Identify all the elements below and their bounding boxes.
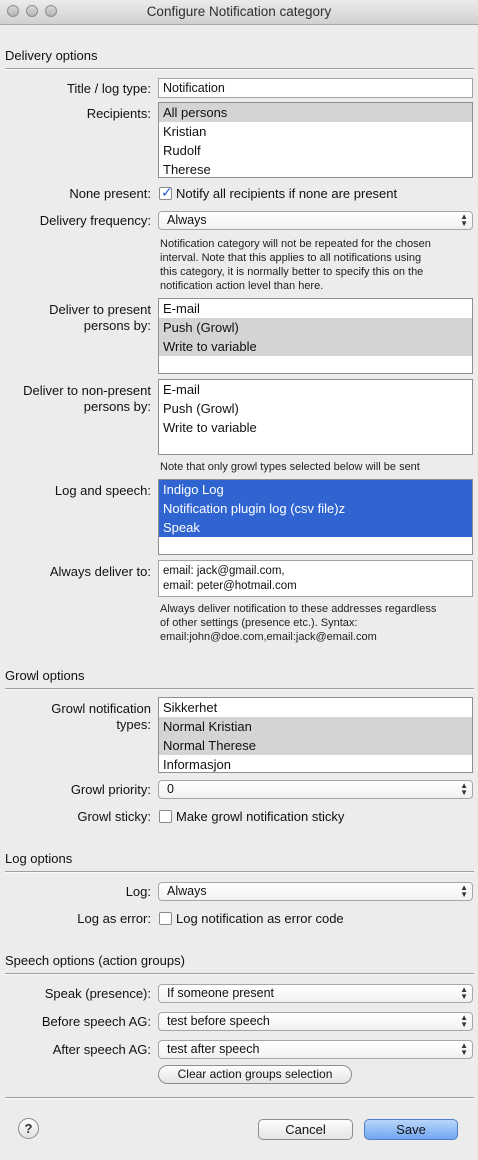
list-item[interactable]: Normal Kristian [159, 717, 472, 736]
help-button[interactable]: ? [18, 1118, 39, 1139]
growl-types-label: Growl notification types: [0, 701, 151, 733]
notify-all-checkbox-label[interactable]: Notify all recipients if none are presen… [176, 186, 397, 201]
present-delivery-label: Deliver to present persons by: [0, 302, 151, 334]
list-item[interactable]: Indigo Log [159, 480, 472, 499]
list-item[interactable]: Write to variable [159, 337, 472, 356]
after-speech-popup[interactable]: test after speech ▲ ▼ [158, 1040, 473, 1059]
before-speech-value: test before speech [167, 1014, 270, 1028]
section-divider [5, 688, 474, 690]
updown-arrows-icon: ▲ ▼ [460, 212, 468, 228]
updown-arrows-icon: ▲ ▼ [460, 985, 468, 1001]
speak-presence-popup[interactable]: If someone present ▲ ▼ [158, 984, 473, 1003]
log-error-label: Log as error: [77, 911, 151, 926]
after-speech-value: test after speech [167, 1042, 260, 1056]
list-item[interactable]: Write to variable [159, 418, 472, 437]
label-line: persons by: [83, 399, 151, 414]
note-line: email:john@doe.com,email:jack@email.com [160, 631, 377, 643]
growl-sticky-checkbox-label[interactable]: Make growl notification sticky [176, 809, 344, 824]
before-speech-popup[interactable]: test before speech ▲ ▼ [158, 1012, 473, 1031]
note-line: this category, it is normally better to … [160, 266, 424, 278]
nonpresent-delivery-label: Deliver to non-present persons by: [0, 383, 151, 415]
cancel-button[interactable]: Cancel [258, 1119, 353, 1140]
list-item[interactable]: Speak [159, 518, 472, 537]
growl-sticky-label: Growl sticky: [77, 809, 151, 824]
present-delivery-list[interactable]: E-mail Push (Growl) Write to variable [158, 298, 473, 374]
list-item[interactable]: Push (Growl) [159, 399, 472, 418]
speak-presence-label: Speak (presence): [44, 986, 151, 1001]
frequency-value: Always [167, 213, 207, 227]
title-field[interactable]: Notification [158, 78, 473, 98]
label-line: persons by: [83, 318, 151, 333]
list-item[interactable]: E-mail [159, 380, 472, 399]
note-line: interval. Note that this applies to all … [160, 252, 422, 264]
section-speech-options: Speech options (action groups) [5, 953, 185, 968]
log-error-checkbox[interactable] [159, 912, 172, 925]
label-line: types: [116, 717, 151, 732]
save-button[interactable]: Save [364, 1119, 458, 1140]
list-item[interactable]: Kristian [159, 122, 472, 141]
always-deliver-label: Always deliver to: [49, 564, 151, 579]
updown-arrows-icon: ▲ ▼ [460, 1041, 468, 1057]
log-label: Log: [125, 884, 151, 899]
section-delivery-options: Delivery options [5, 48, 98, 63]
growl-types-list[interactable]: Sikkerhet Normal Kristian Normal Therese… [158, 697, 473, 773]
label-line: Deliver to non-present [23, 383, 151, 398]
always-deliver-field[interactable]: email: jack@gmail.com, email: peter@hotm… [158, 560, 473, 597]
recipients-label: Recipients: [86, 106, 151, 121]
clear-action-groups-button[interactable]: Clear action groups selection [158, 1065, 352, 1084]
frequency-label: Delivery frequency: [39, 213, 151, 228]
growl-priority-popup[interactable]: 0 ▲ ▼ [158, 780, 473, 799]
footer-divider [5, 1097, 474, 1099]
label-line: Growl notification [51, 701, 151, 716]
note-line: Notification category will not be repeat… [160, 238, 431, 250]
window-title: Configure Notification category [146, 4, 332, 19]
list-item[interactable]: Informasjon [159, 755, 472, 772]
frequency-note: Notification category will not be repeat… [160, 237, 475, 293]
none-present-label: None present: [69, 186, 151, 201]
list-item[interactable]: Sikkerhet [159, 698, 472, 717]
section-divider [5, 871, 474, 873]
notify-all-checkbox[interactable] [159, 184, 173, 201]
field-line: email: peter@hotmail.com [163, 580, 297, 592]
frequency-popup[interactable]: Always ▲ ▼ [158, 211, 473, 230]
title-label: Title / log type: [66, 81, 151, 96]
list-item[interactable]: Normal Therese [159, 736, 472, 755]
growl-sticky-checkbox[interactable] [159, 810, 172, 823]
growl-priority-label: Growl priority: [70, 782, 151, 797]
section-growl-options: Growl options [5, 668, 85, 683]
label-line: Deliver to present [49, 302, 151, 317]
growl-note: Note that only growl types selected belo… [160, 461, 420, 473]
list-item[interactable]: Rudolf [159, 141, 472, 160]
list-item[interactable]: Therese [159, 160, 472, 177]
section-log-options: Log options [5, 851, 73, 866]
log-popup[interactable]: Always ▲ ▼ [158, 882, 473, 901]
list-item[interactable]: E-mail [159, 299, 472, 318]
log-value: Always [167, 884, 207, 898]
field-line: email: jack@gmail.com, [163, 565, 285, 577]
list-item[interactable]: Push (Growl) [159, 318, 472, 337]
updown-arrows-icon: ▲ ▼ [460, 1013, 468, 1029]
before-speech-label: Before speech AG: [41, 1014, 151, 1029]
log-speech-list[interactable]: Indigo Log Notification plugin log (csv … [158, 479, 473, 555]
note-line: Always deliver notification to these add… [160, 603, 437, 615]
updown-arrows-icon: ▲ ▼ [460, 781, 468, 797]
section-divider [5, 68, 474, 70]
note-line: of other settings (presence etc.). Synta… [160, 617, 358, 629]
updown-arrows-icon: ▲ ▼ [460, 883, 468, 899]
growl-priority-value: 0 [167, 782, 174, 796]
nonpresent-delivery-list[interactable]: E-mail Push (Growl) Write to variable [158, 379, 473, 455]
recipients-list[interactable]: All persons Kristian Rudolf Therese [158, 102, 473, 178]
section-divider [5, 973, 474, 975]
log-speech-label: Log and speech: [54, 483, 151, 498]
log-error-checkbox-label[interactable]: Log notification as error code [176, 911, 344, 926]
after-speech-label: After speech AG: [52, 1042, 151, 1057]
always-deliver-note: Always deliver notification to these add… [160, 602, 436, 644]
speak-presence-value: If someone present [167, 986, 275, 1000]
note-line: notification action level than here. [160, 280, 324, 292]
list-item[interactable]: Notification plugin log (csv file)z [159, 499, 472, 518]
list-item[interactable]: All persons [159, 103, 472, 122]
